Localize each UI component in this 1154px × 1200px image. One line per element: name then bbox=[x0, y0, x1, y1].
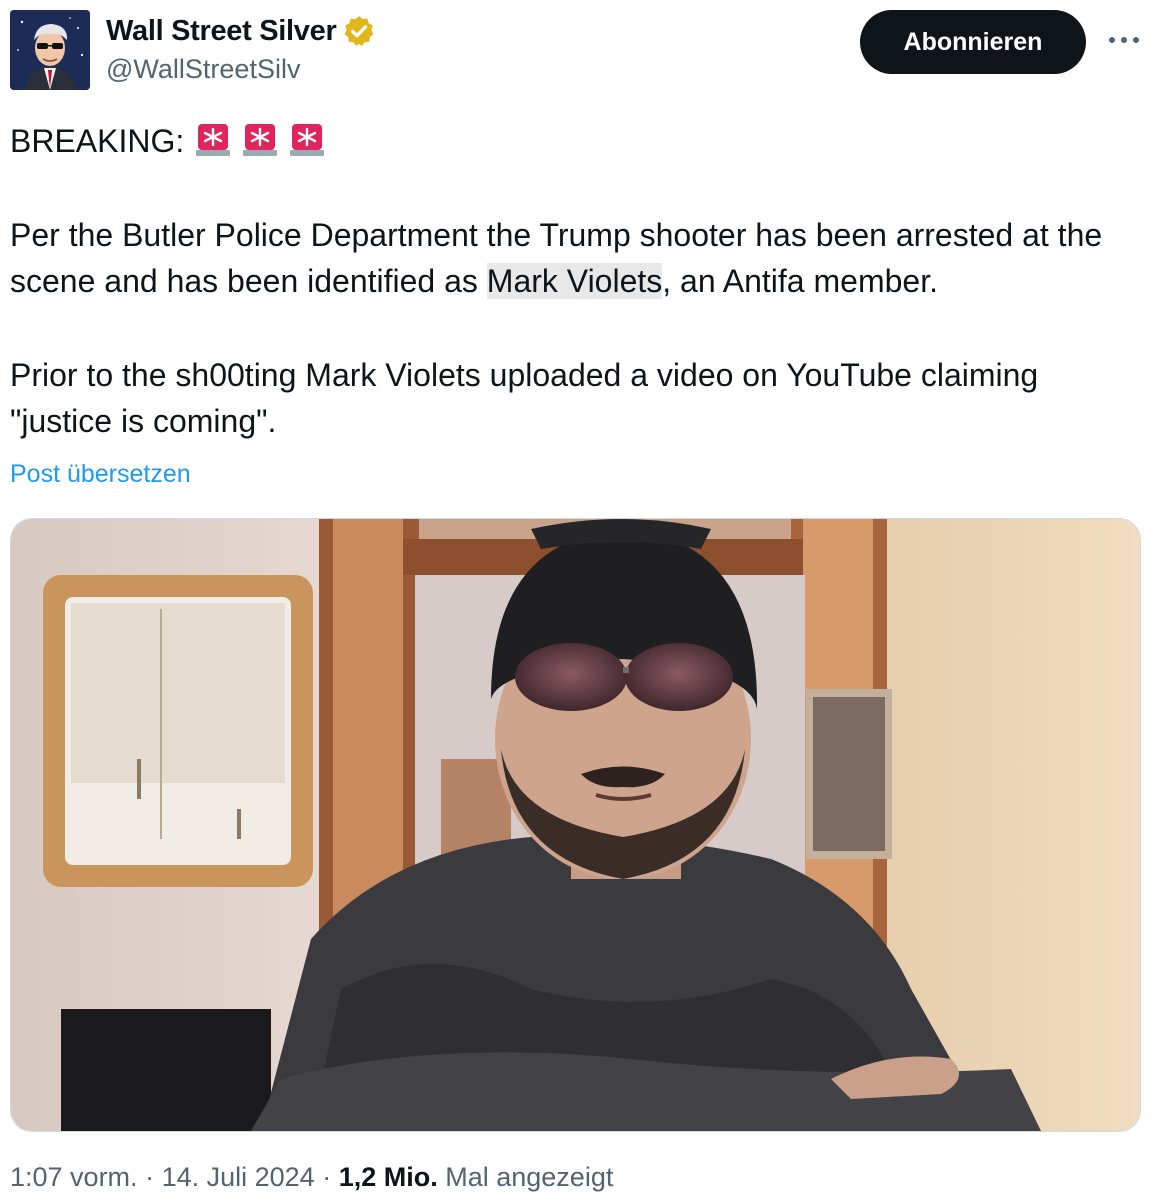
author-handle[interactable]: @WallStreetSilv bbox=[106, 54, 376, 85]
siren-icon bbox=[195, 122, 231, 158]
more-options-icon[interactable] bbox=[1104, 20, 1144, 60]
author-info: Wall Street Silver @WallStreetSilv bbox=[106, 12, 376, 85]
paragraph-2: Prior to the sh00ting Mark Violets uploa… bbox=[10, 357, 1039, 439]
views-label: Mal angezeigt bbox=[445, 1162, 614, 1192]
follow-button[interactable]: Abonnieren bbox=[860, 10, 1086, 74]
paragraph-1-end: , an Antifa member. bbox=[662, 263, 938, 299]
post-header: Wall Street Silver @WallStreetSilv Abonn… bbox=[10, 10, 1144, 92]
siren-icon bbox=[242, 122, 278, 158]
breaking-label: BREAKING: bbox=[10, 123, 185, 159]
verified-badge-icon bbox=[342, 14, 376, 48]
man-in-beanie-photo bbox=[11, 519, 1140, 1131]
siren-icon bbox=[289, 122, 325, 158]
breaking-line: BREAKING: bbox=[10, 118, 1144, 164]
meta-separator: · bbox=[314, 1162, 339, 1192]
avatar[interactable] bbox=[10, 10, 90, 90]
views-count: 1,2 Mio. bbox=[338, 1162, 438, 1192]
post-date[interactable]: 14. Juli 2024 bbox=[162, 1162, 315, 1192]
post-text: BREAKING: Per the Butler Police Departme… bbox=[10, 118, 1144, 444]
post-time[interactable]: 1:07 vorm. bbox=[10, 1162, 138, 1192]
post-image[interactable] bbox=[10, 518, 1141, 1132]
highlighted-name: Mark Violets bbox=[486, 263, 663, 299]
paragraph-1: Per the Butler Police Department the Tru… bbox=[10, 212, 1144, 304]
name-row: Wall Street Silver bbox=[106, 12, 376, 50]
translate-post-link[interactable]: Post übersetzen bbox=[10, 460, 191, 489]
meta-separator: · bbox=[137, 1162, 162, 1192]
avatar-image bbox=[10, 10, 90, 90]
display-name[interactable]: Wall Street Silver bbox=[106, 15, 337, 48]
post-meta: 1:07 vorm. · 14. Juli 2024 · 1,2 Mio. Ma… bbox=[10, 1162, 613, 1193]
